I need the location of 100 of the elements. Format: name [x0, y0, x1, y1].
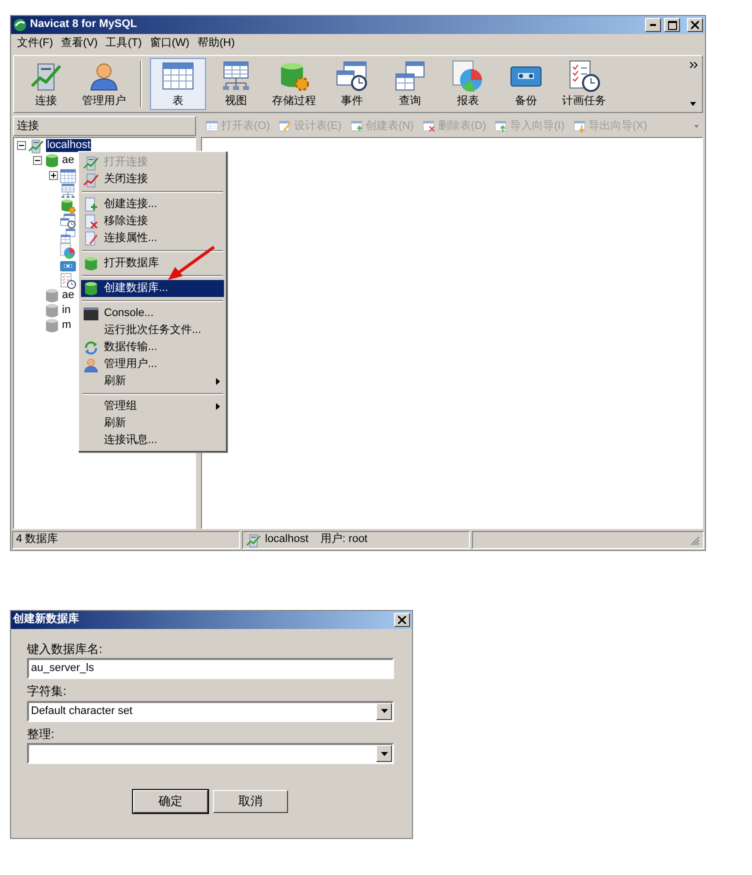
terminal-icon: [83, 306, 99, 322]
tree-item[interactable]: ae: [62, 289, 74, 302]
toolbar-button[interactable]: 查询: [382, 58, 438, 110]
menu-item[interactable]: 查看(V): [57, 36, 102, 52]
tree-item[interactable]: in: [62, 304, 71, 318]
toolbar-button[interactable]: 事件: [324, 58, 380, 110]
dialog-button[interactable]: 确定: [133, 790, 208, 814]
dropdown-icon[interactable]: [690, 102, 696, 106]
menu-item[interactable]: 刷新: [81, 373, 224, 390]
close-button[interactable]: [687, 18, 703, 32]
menu-item[interactable]: 窗口(W): [146, 36, 194, 52]
tree-item[interactable]: ae: [62, 154, 74, 168]
menu-item[interactable]: 文件(F): [13, 36, 58, 52]
database-icon: [44, 152, 60, 169]
dialog-title: 创建新数据库: [13, 613, 79, 627]
pie-chart-icon: [452, 60, 484, 92]
database-gear-icon: [60, 198, 76, 214]
server-icon: [246, 532, 261, 548]
toolbar-button[interactable]: 存储过程: [266, 58, 322, 110]
sync-arrows-icon: [83, 340, 99, 356]
stacked-tables-icon: [60, 228, 76, 244]
checklist-clock-icon: [568, 60, 600, 92]
collapse-icon[interactable]: [17, 141, 26, 150]
maximize-button[interactable]: [664, 18, 680, 32]
status-text: 4 数据库: [16, 533, 58, 547]
database-icon: [44, 318, 60, 334]
dropdown-icon[interactable]: [380, 752, 388, 756]
menu-item[interactable]: 帮助(H): [193, 36, 239, 52]
table-icon: [60, 168, 76, 184]
panel-header: 连接: [17, 120, 39, 133]
table-cross-icon: [422, 119, 436, 134]
toolbar-button[interactable]: 视图: [208, 58, 264, 110]
stacked-tables-icon: [394, 60, 426, 92]
toolbar-button[interactable]: 报表: [440, 58, 496, 110]
menu-item[interactable]: 刷新: [81, 415, 224, 432]
view-icon: [60, 182, 76, 199]
close-icon: [398, 616, 406, 624]
toolbar-button[interactable]: 表: [150, 58, 206, 110]
server-icon: [28, 138, 44, 154]
toolbar-button[interactable]: 备份: [498, 58, 554, 110]
database-icon: [83, 280, 99, 296]
maximize-icon: [668, 20, 676, 30]
window-title: Navicat 8 for MySQL: [30, 18, 137, 32]
database-icon: [44, 288, 60, 304]
table-clock-icon: [60, 212, 76, 229]
database-gear-icon: [278, 60, 310, 92]
table-clock-icon: [336, 60, 368, 92]
server-icon: [83, 154, 99, 170]
app-logo-icon: [13, 18, 27, 32]
close-icon: [691, 21, 699, 29]
table-plus-icon: [350, 119, 364, 134]
table-pencil-icon: [278, 119, 292, 134]
status-text: localhost: [265, 533, 308, 547]
collapse-icon[interactable]: [33, 156, 42, 166]
user-icon: [83, 356, 99, 372]
expand-icon[interactable]: [49, 171, 58, 180]
menu-item[interactable]: 连接属性...: [81, 230, 224, 247]
input-field[interactable]: au_server_ls: [27, 658, 394, 680]
field-label: 字符集:: [27, 684, 68, 699]
menu-item[interactable]: Console...: [81, 305, 224, 322]
view-icon: [220, 60, 252, 92]
menu-item[interactable]: 运行批次任务文件...: [81, 322, 224, 339]
server-icon: [83, 172, 99, 188]
minimize-button[interactable]: [645, 18, 661, 32]
pie-chart-icon: [60, 242, 76, 259]
dropdown-field[interactable]: [27, 743, 394, 764]
field-label: 整理:: [27, 726, 56, 742]
dropdown-field[interactable]: Default character set: [27, 700, 394, 722]
document-plus-icon: [83, 196, 99, 212]
document-cross-icon: [83, 214, 99, 230]
database-icon: [44, 302, 60, 319]
menu-item[interactable]: 创建数据库...: [81, 280, 224, 297]
menu-item[interactable]: 管理组: [81, 398, 224, 415]
table-icon: [205, 119, 219, 134]
minimize-icon: [650, 24, 656, 26]
database-icon: [83, 256, 99, 272]
field-label: 键入数据库名:: [27, 642, 104, 656]
menu-item[interactable]: 连接讯息...: [81, 432, 224, 449]
toolbar-button[interactable]: 计画任务: [556, 58, 612, 110]
toolbar-button[interactable]: 连接: [18, 58, 74, 110]
menu-item[interactable]: 管理用户...: [81, 356, 224, 373]
menu-item[interactable]: 创建连接...: [81, 196, 224, 213]
menu-item[interactable]: 关闭连接: [81, 171, 224, 188]
table-icon: [162, 60, 194, 92]
close-button[interactable]: [394, 613, 410, 627]
toolbar-button[interactable]: 管理用户: [76, 58, 132, 110]
menu-item[interactable]: 打开数据库: [81, 255, 224, 272]
chevron-icon[interactable]: [690, 62, 698, 68]
menu-item[interactable]: 数据传输...: [81, 339, 224, 356]
tree-item[interactable]: m: [62, 319, 72, 332]
arrow-annotation: [166, 245, 216, 283]
checklist-clock-icon: [60, 272, 76, 289]
dialog-button[interactable]: 取消: [213, 790, 288, 814]
menu-item[interactable]: 工具(T): [102, 36, 146, 52]
menu-item[interactable]: 移除连接: [81, 213, 224, 230]
status-text: 用户: root: [320, 533, 368, 547]
tree-item[interactable]: localhost: [46, 139, 92, 152]
document-pencil-icon: [83, 230, 99, 246]
dropdown-icon[interactable]: [380, 709, 388, 714]
resize-grip-icon[interactable]: [689, 534, 700, 546]
